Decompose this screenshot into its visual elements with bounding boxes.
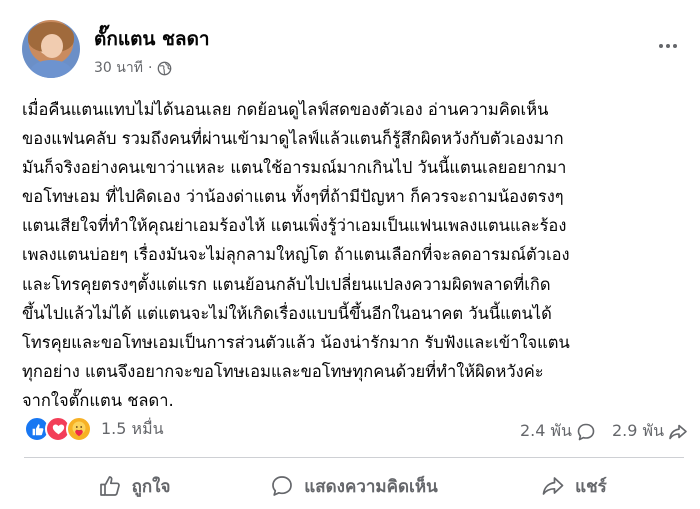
post-line: และโทรคุยตรงๆตั้งแต่แรก แตนย้อนกลับไปเปล…: [22, 274, 551, 294]
post-header: ตั๊กแตน ชลดา 30 นาที ·: [22, 20, 682, 80]
post-line: ของแฟนคลับ รวมถึงคนที่ผ่านเข้ามาดูไลฟ์แล…: [22, 129, 564, 149]
reactions-summary[interactable]: 1.5 หมื่น: [24, 416, 164, 442]
thumbs-up-icon: [99, 476, 120, 496]
share-label: แชร์: [575, 476, 607, 497]
post-line: แตนเสียใจที่ทำให้คุณย่าเอมร้องไห้ แตนเพิ…: [22, 216, 567, 236]
post-line: โทรคุยและขอโทษเอมเป็นการส่วนตัวแล้ว น้อง…: [22, 332, 570, 352]
post-line: จากใจตั๊กแตน ชลดา.: [22, 390, 174, 410]
post-line: มันก็จริงอย่างคนเขาว่าแหละ แตนใช้อารมณ์ม…: [22, 158, 567, 178]
comment-label: แสดงความคิดเห็น: [304, 476, 438, 497]
post-actions: ถูกใจ แสดงความคิดเห็น แชร์: [24, 466, 684, 506]
more-dot: [673, 44, 677, 48]
post-line: ขอโทษเอม ที่ไปคิดเอง ว่าน้องด่าแตน ทั้งๆ…: [22, 187, 564, 207]
like-button[interactable]: ถูกใจ: [24, 466, 244, 506]
facebook-post: ตั๊กแตน ชลดา 30 นาที · เมื่อคืนแตนแทบไม่…: [0, 0, 700, 509]
post-line: เมื่อคืนแตนแทบไม่ได้นอนเลย กดย้อนดูไลฟ์ส…: [22, 100, 549, 119]
engagement-counts: 2.4 พัน 2.9 พัน: [520, 419, 688, 444]
post-stats: 1.5 หมื่น 2.4 พัน 2.9 พัน: [24, 413, 688, 445]
more-dot: [666, 44, 670, 48]
post-meta: 30 นาที ·: [94, 57, 172, 79]
post-line: ขึ้นไปแล้วไม่ได้ แต่แตนจะไม่ให้เกิดเรื่อ…: [22, 303, 552, 323]
share-button[interactable]: แชร์: [464, 466, 684, 506]
comment-count[interactable]: 2.4 พัน: [520, 419, 596, 444]
meta-separator: ·: [147, 60, 153, 76]
post-line: เพลงแตนบ่อยๆ เรื่องมันจะไม่ลุกลามใหญ่โต …: [22, 245, 570, 265]
share-count-value: 2.9 พัน: [611, 421, 664, 440]
avatar-shirt: [30, 60, 72, 78]
avatar-face: [41, 34, 63, 58]
author-name[interactable]: ตั๊กแตน ชลดา: [94, 24, 210, 54]
more-options-icon[interactable]: [654, 34, 682, 58]
share-icon: [669, 424, 687, 439]
post-body: เมื่อคืนแตนแทบไม่ได้นอนเลย กดย้อนดูไลฟ์ส…: [22, 95, 684, 415]
more-dot: [659, 44, 663, 48]
care-reaction-icon: [66, 416, 92, 442]
globe-icon[interactable]: [157, 61, 172, 76]
comment-button[interactable]: แสดงความคิดเห็น: [244, 466, 464, 506]
post-line: ทุกอย่าง แตนจึงอยากจะขอโทษเอมและขอโทษทุก…: [22, 361, 544, 381]
share-icon: [542, 477, 564, 495]
comment-count-value: 2.4 พัน: [519, 421, 572, 440]
like-label: ถูกใจ: [131, 476, 171, 497]
share-count[interactable]: 2.9 พัน: [612, 419, 688, 444]
author-avatar[interactable]: [22, 20, 80, 78]
reaction-count: 1.5 หมื่น: [101, 418, 164, 438]
comment-icon: [272, 476, 293, 496]
post-time[interactable]: 30 นาที: [94, 57, 143, 79]
comment-icon: [577, 423, 595, 440]
actions-divider: [24, 457, 684, 458]
